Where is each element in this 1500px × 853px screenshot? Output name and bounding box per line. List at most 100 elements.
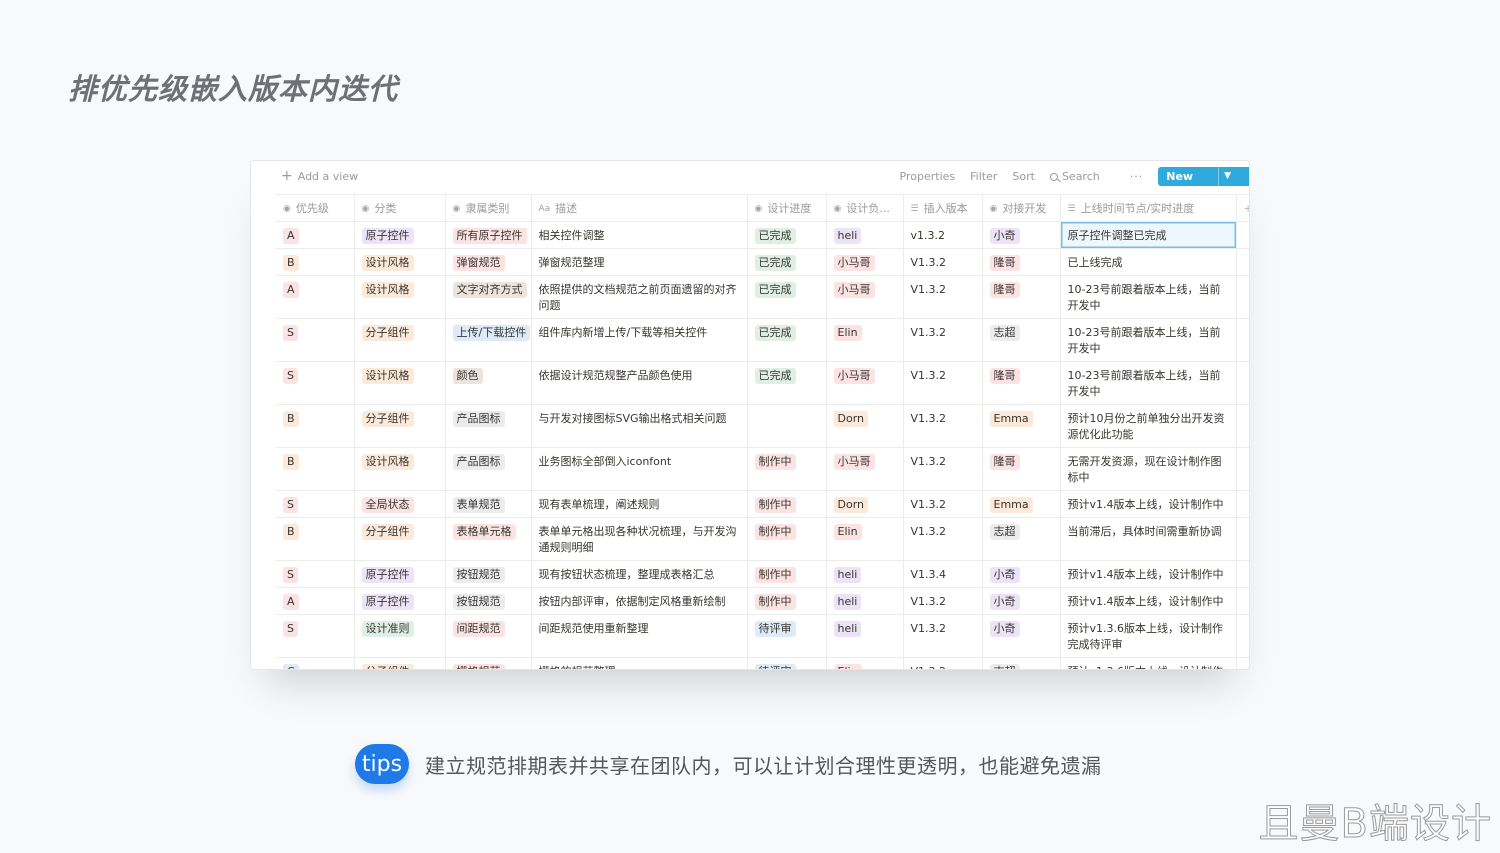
developer-cell[interactable]: 小奇: [982, 614, 1061, 658]
chevron-down-icon[interactable]: ▼: [1218, 167, 1236, 186]
developer-cell[interactable]: 小奇: [982, 221, 1061, 249]
designer-cell[interactable]: 小马哥: [826, 248, 904, 276]
column-header[interactable]: Aa 描述: [531, 194, 748, 222]
subcategory-cell[interactable]: 表格单元格: [445, 517, 532, 561]
subcategory-cell[interactable]: 上传/下载控件: [445, 318, 532, 362]
more-options-icon[interactable]: ···: [1130, 170, 1144, 183]
status-cell[interactable]: 预计v1.3.6版本上线，设计制作完成待评审: [1060, 614, 1237, 658]
progress-cell[interactable]: 已完成: [747, 318, 827, 362]
table-row[interactable]: B 设计风格 弹窗规范 弹窗规范整理 已完成 小马哥 V1.3.2 隆哥 已上线完成: [276, 248, 1249, 276]
description-cell[interactable]: 弹窗规范整理: [531, 248, 748, 276]
designer-cell[interactable]: Dorn: [826, 490, 904, 518]
table-row[interactable]: B 设计风格 产品图标 业务图标全部倒入iconfont 制作中 小马哥 V1.3.2 隆哥 无…: [276, 447, 1249, 491]
status-cell[interactable]: 已上线完成: [1060, 248, 1237, 276]
description-cell[interactable]: 业务图标全部倒入iconfont: [531, 447, 748, 491]
developer-cell[interactable]: 隆哥: [982, 275, 1061, 319]
new-button[interactable]: New ▼: [1158, 167, 1249, 186]
designer-cell[interactable]: 小马哥: [826, 275, 904, 319]
status-cell[interactable]: 预计10月份之前单独分出开发资源优化此功能: [1060, 404, 1237, 448]
table-row[interactable]: B 分子组件 表格单元格 表单单元格出现各种状况梳理，与开发沟通规则明细 制作中 Elin…: [276, 517, 1249, 561]
priority-cell[interactable]: B: [276, 404, 355, 448]
status-cell[interactable]: 当前滞后，具体时间需重新协调: [1060, 517, 1237, 561]
progress-cell[interactable]: 制作中: [747, 587, 827, 615]
table-row[interactable]: S 设计风格 颜色 依据设计规范规整产品颜色使用 已完成 小马哥 V1.3.2 隆哥 10-23…: [276, 361, 1249, 405]
progress-cell[interactable]: 制作中: [747, 447, 827, 491]
table-row[interactable]: A 设计风格 文字对齐方式 依照提供的文档规范之前页面遗留的对齐问题 已完成 小马哥 V1.…: [276, 275, 1249, 319]
progress-cell[interactable]: 制作中: [747, 517, 827, 561]
column-header[interactable]: ◉ 隶属类别: [445, 194, 532, 222]
description-cell[interactable]: 表单单元格出现各种状况梳理，与开发沟通规则明细: [531, 517, 748, 561]
developer-cell[interactable]: 隆哥: [982, 447, 1061, 491]
table-row[interactable]: S 全局状态 表单规范 现有表单梳理，阐述规则 制作中 Dorn V1.3.2 Emma 预计v…: [276, 490, 1249, 518]
add-view-button[interactable]: + Add a view: [281, 169, 358, 183]
priority-cell[interactable]: A: [276, 221, 355, 249]
version-cell[interactable]: V1.3.2: [903, 614, 983, 658]
priority-cell[interactable]: A: [276, 587, 355, 615]
version-cell[interactable]: V1.3.2: [903, 587, 983, 615]
subcategory-cell[interactable]: 表单规范: [445, 490, 532, 518]
designer-cell[interactable]: heli: [826, 587, 904, 615]
designer-cell[interactable]: 小马哥: [826, 361, 904, 405]
description-cell[interactable]: 依照提供的文档规范之前页面遗留的对齐问题: [531, 275, 748, 319]
status-cell[interactable]: 10-23号前跟着版本上线，当前开发中: [1060, 361, 1237, 405]
table-row[interactable]: A 原子控件 按钮规范 按钮内部评审，依据制定风格重新绘制 制作中 heli V1.3.2 小…: [276, 587, 1249, 615]
table-row[interactable]: S 分子组件 上传/下载控件 组件库内新增上传/下载等相关控件 已完成 Elin V1.3.…: [276, 318, 1249, 362]
subcategory-cell[interactable]: 文字对齐方式: [445, 275, 532, 319]
designer-cell[interactable]: heli: [826, 221, 904, 249]
column-header[interactable]: ◉ 设计进度: [747, 194, 827, 222]
developer-cell[interactable]: Emma: [982, 490, 1061, 518]
progress-cell[interactable]: 已完成: [747, 275, 827, 319]
column-header[interactable]: ◉ 设计负...: [826, 194, 904, 222]
version-cell[interactable]: V1.3.2: [903, 657, 983, 669]
version-cell[interactable]: V1.3.2: [903, 275, 983, 319]
column-header[interactable]: ◉ 优先级: [276, 194, 355, 222]
priority-cell[interactable]: B: [276, 517, 355, 561]
progress-cell[interactable]: 待评审: [747, 657, 827, 669]
category-cell[interactable]: 分子组件: [354, 657, 446, 669]
designer-cell[interactable]: Elin: [826, 517, 904, 561]
subcategory-cell[interactable]: 颜色: [445, 361, 532, 405]
category-cell[interactable]: 分子组件: [354, 404, 446, 448]
version-cell[interactable]: V1.3.2: [903, 490, 983, 518]
category-cell[interactable]: 设计风格: [354, 447, 446, 491]
table-row[interactable]: S 原子控件 按钮规范 现有按钮状态梳理，整理成表格汇总 制作中 heli V1.3.4 小奇…: [276, 560, 1249, 588]
subcategory-cell[interactable]: 弹窗规范: [445, 248, 532, 276]
designer-cell[interactable]: Elin: [826, 318, 904, 362]
description-cell[interactable]: 相关控件调整: [531, 221, 748, 249]
version-cell[interactable]: V1.3.2: [903, 248, 983, 276]
category-cell[interactable]: 设计风格: [354, 361, 446, 405]
category-cell[interactable]: 原子控件: [354, 221, 446, 249]
progress-cell[interactable]: 制作中: [747, 490, 827, 518]
description-cell[interactable]: 按钮内部评审，依据制定风格重新绘制: [531, 587, 748, 615]
status-cell[interactable]: 预计v1.4版本上线，设计制作中: [1060, 587, 1237, 615]
status-cell[interactable]: 预计v1.4版本上线，设计制作中: [1060, 560, 1237, 588]
progress-cell[interactable]: 已完成: [747, 361, 827, 405]
column-header[interactable]: ☰ 插入版本: [903, 194, 983, 222]
priority-cell[interactable]: C: [276, 657, 355, 669]
description-cell[interactable]: 间距规范使用重新整理: [531, 614, 748, 658]
description-cell[interactable]: 现有按钮状态梳理，整理成表格汇总: [531, 560, 748, 588]
status-cell[interactable]: 无需开发资源，现在设计制作图标中: [1060, 447, 1237, 491]
progress-cell[interactable]: 制作中: [747, 560, 827, 588]
column-header[interactable]: ☰ 上线时间节点/实时进度: [1060, 194, 1237, 222]
table-row[interactable]: S 设计准则 间距规范 间距规范使用重新整理 待评审 heli V1.3.2 小奇 预计v1.3…: [276, 614, 1249, 658]
category-cell[interactable]: 原子控件: [354, 587, 446, 615]
developer-cell[interactable]: 隆哥: [982, 248, 1061, 276]
category-cell[interactable]: 设计风格: [354, 275, 446, 319]
designer-cell[interactable]: Elin: [826, 657, 904, 669]
subcategory-cell[interactable]: 产品图标: [445, 447, 532, 491]
subcategory-cell[interactable]: 按钮规范: [445, 560, 532, 588]
developer-cell[interactable]: 小奇: [982, 560, 1061, 588]
priority-cell[interactable]: A: [276, 275, 355, 319]
status-cell[interactable]: 原子控件调整已完成: [1060, 221, 1237, 249]
category-cell[interactable]: 分子组件: [354, 517, 446, 561]
description-cell[interactable]: 与开发对接图标SVG输出格式相关问题: [531, 404, 748, 448]
version-cell[interactable]: V1.3.4: [903, 560, 983, 588]
subcategory-cell[interactable]: 产品图标: [445, 404, 532, 448]
version-cell[interactable]: v1.3.2: [903, 221, 983, 249]
table-row[interactable]: C 分子组件 栅格规范 栅格的规范整理 待评审 Elin V1.3.2 志超 预计v1.3.6版…: [276, 657, 1249, 669]
table-row[interactable]: B 分子组件 产品图标 与开发对接图标SVG输出格式相关问题 Dorn V1.3.2 Emm…: [276, 404, 1249, 448]
category-cell[interactable]: 设计准则: [354, 614, 446, 658]
description-cell[interactable]: 组件库内新增上传/下载等相关控件: [531, 318, 748, 362]
priority-cell[interactable]: S: [276, 318, 355, 362]
